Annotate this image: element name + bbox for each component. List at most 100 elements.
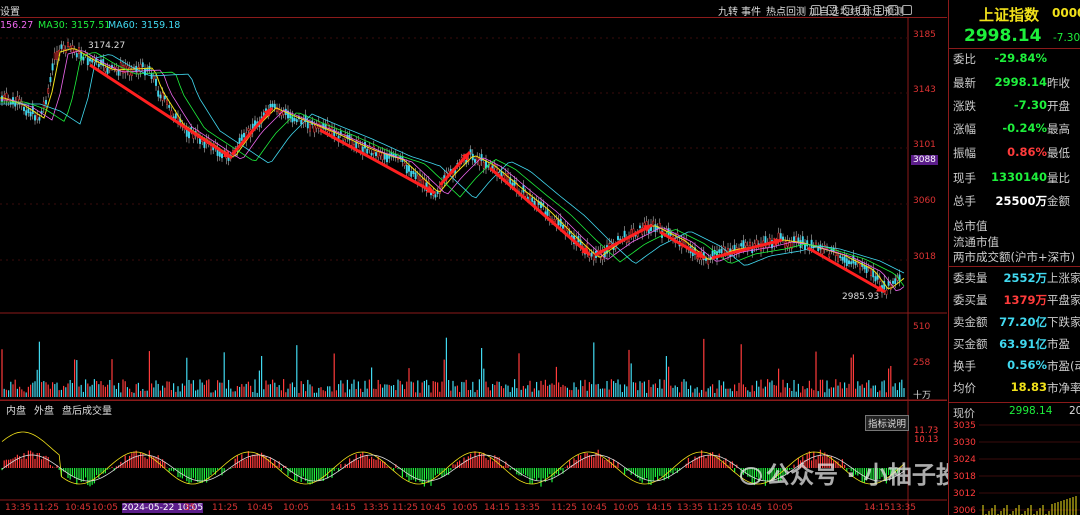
indicator-bar (434, 468, 436, 476)
tab-inner[interactable]: 内盘 (6, 402, 26, 417)
indicator-bar (155, 457, 157, 468)
indicator-bar (437, 468, 439, 474)
volume-bar (586, 390, 588, 397)
candle-body (306, 121, 309, 129)
mini-intraday-chart: 3035 3030 3024 3018 3012 3006 (953, 421, 1080, 515)
indicator-help-button[interactable]: 指标说明 (865, 415, 910, 431)
volume-bar (219, 382, 221, 397)
candle-body (639, 225, 641, 229)
trash-icon[interactable] (874, 5, 884, 15)
indicator-bar (553, 468, 555, 477)
candle-body (62, 45, 65, 50)
indicator-bar (573, 458, 575, 468)
settings-icon[interactable] (843, 5, 853, 15)
volume-bar (272, 379, 274, 397)
volume-bar (828, 388, 830, 397)
volume-bar (256, 392, 258, 397)
volume-bar (137, 382, 139, 397)
quote-value: 2998.14 (994, 75, 1047, 89)
volume-bar (118, 382, 120, 397)
indicator-bar (133, 451, 135, 468)
volume-bar (683, 379, 685, 397)
volume-bar (56, 382, 58, 397)
candle-body (810, 239, 813, 248)
candle-body (386, 153, 388, 163)
volume-bar (753, 391, 755, 397)
lock-icon[interactable] (859, 5, 869, 15)
volume-bar (478, 379, 480, 397)
volume-bar (894, 383, 896, 397)
up-icon[interactable] (888, 5, 898, 15)
volume-bar (516, 388, 518, 397)
indicator-bar (472, 458, 474, 468)
volume-bar (247, 381, 249, 397)
ma-line (0, 48, 905, 290)
quote-key2: 下跌家 (1047, 315, 1080, 329)
indicator-bar (355, 454, 357, 468)
volume-bar (283, 379, 285, 397)
eye-slash-icon[interactable] (827, 5, 837, 15)
volume-bar (1, 349, 3, 397)
candle-body (247, 128, 250, 131)
volume-bar (232, 391, 234, 397)
volume-bar (155, 380, 157, 397)
time-tick: 11:25 (551, 503, 577, 513)
indicator-bar (538, 468, 540, 478)
indicator-bar (705, 458, 707, 468)
indicator-bar (527, 468, 529, 477)
indicator-bar (360, 453, 362, 468)
indicator-bar (522, 468, 524, 474)
indicator-bar (487, 459, 489, 468)
volume-bar (657, 388, 659, 397)
volume-bar (665, 356, 667, 397)
mini-tick: 3006 (953, 506, 976, 515)
volume-bar (338, 384, 340, 397)
volume-bar (170, 389, 172, 397)
quote-key: 最新 (953, 76, 976, 90)
volume-bar (890, 365, 892, 397)
volume-bar (628, 349, 630, 397)
volume-bar (795, 391, 797, 397)
volume-bar (87, 383, 89, 397)
volume-bar (373, 388, 375, 397)
eye-icon[interactable] (811, 5, 821, 15)
volume-bar (399, 380, 401, 397)
candle-body (86, 57, 89, 66)
volume-bar (489, 390, 491, 397)
quote-value: 77.20亿 (999, 315, 1047, 329)
quote-key: 换手 (953, 359, 976, 373)
volume-bar (426, 379, 428, 397)
time-tick: 13:35 (363, 503, 389, 513)
quote-panel: 上证指数 0000 2998.14 -7.30 委比 -29.84% 最新 2998.… (948, 0, 1080, 515)
close-icon[interactable] (902, 5, 912, 15)
indicator-bar (65, 468, 67, 472)
volume-bar (397, 379, 399, 397)
volume-bar (692, 392, 694, 397)
volume-bar (610, 379, 612, 397)
indicator-bar (580, 455, 582, 468)
volume-bar (49, 388, 51, 397)
candle-body (535, 200, 538, 207)
candle-body (546, 208, 549, 216)
indicator-bar (243, 459, 245, 468)
chart-area[interactable]: 设置 九转 事件 热点回测 加自选 均线 标注 预测 156.27 MA30: … (0, 0, 984, 515)
candle-body (410, 170, 413, 177)
tab-outer[interactable]: 外盘 (34, 402, 54, 417)
volume-bar (520, 389, 522, 397)
indicator-bar (661, 468, 663, 477)
quote-row: 振幅 0.86% 最低 (953, 145, 1080, 167)
volume-bar (344, 392, 346, 397)
volume-bar (122, 379, 124, 397)
candlestick-chart[interactable] (0, 0, 947, 515)
indicator-bar (720, 462, 722, 468)
volume-bar (837, 385, 839, 397)
volume-bar (558, 382, 560, 397)
tab-afterhours-volume[interactable]: 盘后成交量 (62, 402, 112, 417)
indicator-bar (195, 468, 197, 480)
indicator-bar (694, 456, 696, 468)
volume-bar (190, 383, 192, 397)
volume-bar (507, 385, 509, 397)
candle-body (300, 120, 303, 125)
volume-bar (538, 390, 540, 397)
volume-bar (815, 351, 817, 397)
